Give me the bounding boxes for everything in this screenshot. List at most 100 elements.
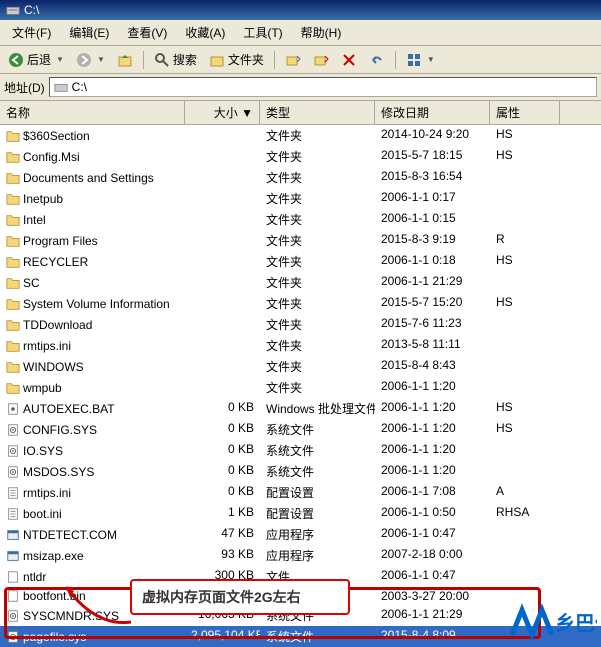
list-item[interactable]: Inetpub文件夹2006-1-1 0:17 (0, 188, 601, 209)
file-type: 文件夹 (260, 273, 375, 292)
file-name: Intel (23, 213, 46, 227)
menu-tools[interactable]: 工具(T) (235, 22, 290, 43)
menu-favorites[interactable]: 收藏(A) (177, 22, 233, 43)
menu-view[interactable]: 查看(V) (119, 22, 175, 43)
file-date: 2015-8-4 8:09 (375, 627, 490, 646)
sys-icon (6, 444, 20, 458)
chevron-down-icon: ▼ (427, 55, 435, 64)
list-item[interactable]: WINDOWS文件夹2015-8-4 8:43 (0, 356, 601, 377)
exe-icon (6, 549, 20, 563)
file-date: 2006-1-1 1:20 (375, 441, 490, 460)
file-size: 0 KB (185, 441, 260, 460)
col-type[interactable]: 类型 (260, 101, 375, 124)
file-type: 文件夹 (260, 252, 375, 271)
menu-help[interactable]: 帮助(H) (293, 22, 350, 43)
folders-icon (209, 52, 225, 68)
list-item[interactable]: Documents and Settings文件夹2015-8-3 16:54 (0, 167, 601, 188)
folder-icon (6, 192, 20, 206)
sys-icon (6, 609, 20, 623)
copy-to-button[interactable] (281, 50, 305, 70)
file-type: 文件夹 (260, 126, 375, 145)
file-name: NTDETECT.COM (23, 528, 117, 542)
separator (395, 51, 396, 69)
address-input[interactable]: C:\ (49, 77, 597, 97)
address-label: 地址(D) (4, 79, 45, 96)
col-date[interactable]: 修改日期 (375, 101, 490, 124)
col-name[interactable]: 名称 (0, 101, 185, 124)
forward-button[interactable]: ▼ (72, 50, 109, 70)
folder-icon (6, 150, 20, 164)
list-item[interactable]: wmpub文件夹2006-1-1 1:20 (0, 377, 601, 398)
col-attr[interactable]: 属性 (490, 101, 560, 124)
address-path: C:\ (72, 80, 87, 94)
back-icon (8, 52, 24, 68)
list-item[interactable]: Intel文件夹2006-1-1 0:15 (0, 209, 601, 230)
undo-button[interactable] (365, 50, 389, 70)
list-item[interactable]: System Volume Information文件夹2015-5-7 15:… (0, 293, 601, 314)
file-attr: R (490, 231, 560, 250)
separator (274, 51, 275, 69)
file-size: 0 KB (185, 420, 260, 439)
file-date: 2006-1-1 0:15 (375, 210, 490, 229)
file-type: 文件夹 (260, 168, 375, 187)
addressbar: 地址(D) C:\ (0, 74, 601, 101)
file-icon (6, 589, 20, 603)
folder-icon (6, 339, 20, 353)
file-type: 文件夹 (260, 378, 375, 397)
delete-button[interactable] (337, 50, 361, 70)
file-size (185, 147, 260, 166)
file-attr (490, 378, 560, 397)
back-button[interactable]: 后退 ▼ (4, 49, 68, 70)
list-item[interactable]: RECYCLER文件夹2006-1-1 0:18HS (0, 251, 601, 272)
folder-icon (6, 381, 20, 395)
list-item[interactable]: $360Section文件夹2014-10-24 9:20HS (0, 125, 601, 146)
file-type: 应用程序 (260, 525, 375, 544)
file-date: 2013-5-8 11:11 (375, 336, 490, 355)
file-size (185, 378, 260, 397)
move-to-button[interactable] (309, 50, 333, 70)
file-icon (6, 570, 20, 584)
list-item[interactable]: MSDOS.SYS0 KB系统文件2006-1-1 1:20 (0, 461, 601, 482)
file-attr (490, 567, 560, 586)
file-attr (490, 462, 560, 481)
file-type: 系统文件 (260, 627, 375, 646)
file-name: AUTOEXEC.BAT (23, 402, 115, 416)
file-name: Config.Msi (23, 150, 80, 164)
file-name: TDDownload (23, 318, 92, 332)
file-date: 2006-1-1 7:08 (375, 483, 490, 502)
file-attr: HS (490, 420, 560, 439)
list-item[interactable]: IO.SYS0 KB系统文件2006-1-1 1:20 (0, 440, 601, 461)
file-attr (490, 315, 560, 334)
col-size[interactable]: 大小 ▼ (185, 101, 260, 124)
list-item[interactable]: NTDETECT.COM47 KB应用程序2006-1-1 0:47 (0, 524, 601, 545)
watermark: 乡巴佬 (507, 600, 597, 643)
search-button[interactable]: 搜索 (150, 49, 201, 70)
list-item[interactable]: Config.Msi文件夹2015-5-7 18:15HS (0, 146, 601, 167)
list-item[interactable]: boot.ini1 KB配置设置2006-1-1 0:50RHSA (0, 503, 601, 524)
list-item[interactable]: TDDownload文件夹2015-7-6 11:23 (0, 314, 601, 335)
file-date: 2015-5-7 18:15 (375, 147, 490, 166)
up-button[interactable] (113, 50, 137, 70)
list-item[interactable]: rmtips.ini文件夹2013-5-8 11:11 (0, 335, 601, 356)
folder-icon (6, 129, 20, 143)
list-item[interactable]: SC文件夹2006-1-1 21:29 (0, 272, 601, 293)
menu-file[interactable]: 文件(F) (4, 22, 59, 43)
menu-edit[interactable]: 编辑(E) (61, 22, 117, 43)
list-item[interactable]: Program Files文件夹2015-8-3 9:19R (0, 230, 601, 251)
folders-button[interactable]: 文件夹 (205, 49, 268, 70)
views-button[interactable]: ▼ (402, 50, 439, 70)
list-item[interactable]: CONFIG.SYS0 KB系统文件2006-1-1 1:20HS (0, 419, 601, 440)
file-date: 2015-8-4 8:43 (375, 357, 490, 376)
file-name: boot.ini (23, 507, 62, 521)
file-attr (490, 210, 560, 229)
drive-icon (54, 80, 68, 94)
folder-icon (6, 213, 20, 227)
list-item[interactable]: msizap.exe93 KB应用程序2007-2-18 0:00 (0, 545, 601, 566)
list-item[interactable]: AUTOEXEC.BAT0 KBWindows 批处理文件2006-1-1 1:… (0, 398, 601, 419)
listview-body: $360Section文件夹2014-10-24 9:20HSConfig.Ms… (0, 125, 601, 647)
folder-icon (6, 318, 20, 332)
list-item[interactable]: rmtips.ini0 KB配置设置2006-1-1 7:08A (0, 482, 601, 503)
folder-icon (6, 297, 20, 311)
file-type: 文件夹 (260, 294, 375, 313)
file-size (185, 336, 260, 355)
